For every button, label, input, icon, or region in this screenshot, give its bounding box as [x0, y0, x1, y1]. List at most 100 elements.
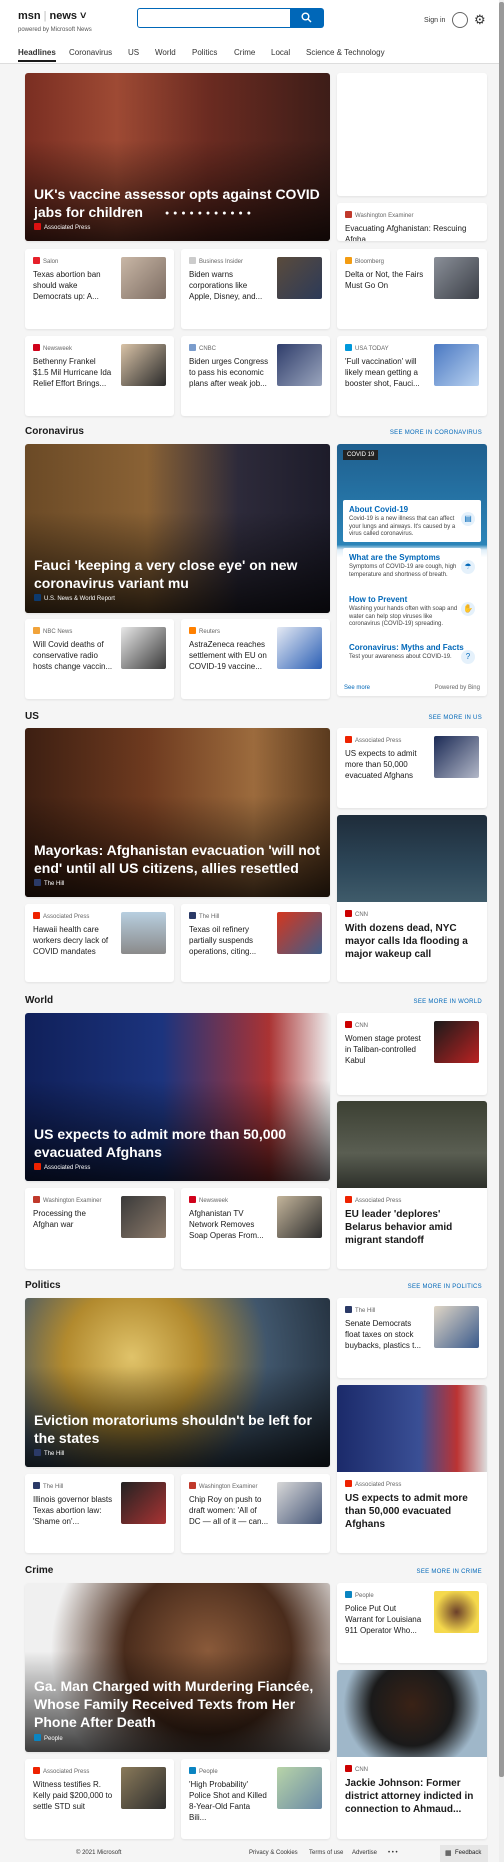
search-icon	[301, 12, 312, 23]
nav-science-technology[interactable]: Science & Technology	[306, 48, 385, 57]
tall-story[interactable]: CNN Jackie Johnson: Former district atto…	[337, 1670, 487, 1839]
section-title-crime: Crime	[25, 1565, 54, 1576]
hero-story[interactable]: Eviction moratoriums shouldn't be left f…	[25, 1298, 330, 1467]
news-card[interactable]: The Hill Illinois governor blasts Texas …	[25, 1474, 174, 1553]
hero-title: Mayorkas: Afghanistan evacuation 'will n…	[34, 842, 320, 876]
msn-logo[interactable]: msn | news ˅ powered by Microsoft News	[18, 10, 92, 33]
search-button[interactable]	[290, 8, 324, 28]
category-nav: Headlines Coronavirus US World Politics …	[0, 44, 504, 64]
covid-tag: COVID 19	[343, 450, 379, 460]
top-side-card[interactable]: Washington Examiner Evacuating Afghanist…	[337, 203, 487, 241]
hero-title: US expects to admit more than 50,000 eva…	[34, 1126, 287, 1160]
hero-story[interactable]: US expects to admit more than 50,000 eva…	[25, 1013, 330, 1181]
carousel-dots[interactable]: ● ● ● ● ● ● ● ● ● ● ●	[165, 210, 252, 217]
see-more-coronavirus[interactable]: SEE MORE IN CORONAVIRUS	[390, 430, 482, 436]
card-title: Evacuating Afghanistan: Rescuing Afgha..…	[345, 224, 467, 241]
copyright: © 2021 Microsoft	[76, 1850, 122, 1856]
news-card[interactable]: CNBC Biden urges Congress to pass his ec…	[181, 336, 330, 416]
news-card[interactable]: USA TODAY 'Full vaccination' will likely…	[337, 336, 487, 416]
hero-story[interactable]: Fauci 'keeping a very close eye' on new …	[25, 444, 330, 613]
card-thumbnail	[121, 912, 166, 954]
covid-info-item[interactable]: What are the Symptoms Symptoms of COVID-1…	[343, 548, 481, 584]
nav-crime[interactable]: Crime	[234, 48, 255, 57]
card-thumbnail	[434, 1591, 479, 1633]
nav-world[interactable]: World	[155, 48, 176, 57]
logo-separator: |	[43, 10, 47, 22]
news-card[interactable]: The Hill Texas oil refinery partially su…	[181, 904, 330, 982]
scrollbar-thumb[interactable]	[499, 2, 504, 1777]
hero-story[interactable]: Ga. Man Charged with Murdering Fiancée, …	[25, 1583, 330, 1752]
news-card[interactable]: Newsweek Bethenny Frankel $1.5 Mil Hurri…	[25, 336, 174, 416]
more-options-icon[interactable]: • • •	[388, 1850, 398, 1856]
terms-link[interactable]: Terms of use	[309, 1850, 343, 1856]
settings-gear-icon[interactable]: ⚙	[474, 13, 486, 26]
tall-story[interactable]: Associated Press US expects to admit mor…	[337, 1385, 487, 1553]
news-card[interactable]: Business Insider Biden warns corporation…	[181, 249, 330, 329]
ad-slot	[337, 73, 487, 196]
card-thumbnail	[277, 912, 322, 954]
privacy-link[interactable]: Privacy & Cookies	[249, 1850, 298, 1856]
covid-see-more[interactable]: See more	[344, 685, 370, 691]
news-card[interactable]: Washington Examiner Processing the Afgha…	[25, 1188, 174, 1269]
news-card[interactable]: People Police Put Out Warrant for Louisi…	[337, 1583, 487, 1663]
symptom-icon: ☂	[461, 560, 475, 574]
source-logo-icon	[34, 223, 41, 230]
nav-politics[interactable]: Politics	[192, 48, 217, 57]
covid-info-item[interactable]: How to Prevent Washing your hands often w…	[343, 590, 481, 632]
news-card[interactable]: People 'High Probability' Police Shot an…	[181, 1759, 330, 1839]
nav-coronavirus[interactable]: Coronavirus	[69, 48, 112, 57]
tall-story[interactable]: CNN With dozens dead, NYC mayor calls Id…	[337, 815, 487, 982]
hero-title: Eviction moratoriums shouldn't be left f…	[34, 1412, 312, 1446]
covid-info-item[interactable]: About Covid-19 Covid-19 is a new illness …	[343, 500, 481, 542]
news-card[interactable]: Salon Texas abortion ban should wake Dem…	[25, 249, 174, 329]
page-scrollbar[interactable]	[499, 0, 504, 1862]
section-title-coronavirus: Coronavirus	[25, 426, 84, 437]
news-card[interactable]: Bloomberg Delta or Not, the Fairs Must G…	[337, 249, 487, 329]
news-card[interactable]: Associated Press Witness testifies R. Ke…	[25, 1759, 174, 1839]
news-card[interactable]: Washington Examiner Chip Roy on push to …	[181, 1474, 330, 1553]
feedback-button[interactable]: ▦ Feedback	[440, 1845, 488, 1862]
nav-us[interactable]: US	[128, 48, 139, 57]
nav-headlines[interactable]: Headlines	[18, 48, 56, 62]
card-thumbnail	[121, 257, 166, 299]
handwash-icon: ✋	[461, 602, 475, 616]
card-thumbnail	[277, 1196, 322, 1238]
covid-info-item[interactable]: Coronavirus: Myths and Facts Test your aw…	[343, 638, 481, 670]
powered-by-bing: Powered by Bing	[434, 685, 480, 691]
news-card[interactable]: NBC News Will Covid deaths of conservati…	[25, 619, 174, 699]
card-thumbnail	[121, 1767, 166, 1809]
section-name: news	[49, 10, 77, 22]
user-avatar-icon[interactable]	[452, 12, 468, 28]
card-thumbnail	[434, 1021, 479, 1063]
logo-text: msn	[18, 10, 41, 22]
hero-story[interactable]: Mayorkas: Afghanistan evacuation 'will n…	[25, 728, 330, 897]
news-card[interactable]: Associated Press Hawaii health care work…	[25, 904, 174, 982]
see-more-world[interactable]: SEE MORE IN WORLD	[414, 999, 482, 1005]
see-more-crime[interactable]: SEE MORE IN CRIME	[417, 1569, 482, 1575]
news-card[interactable]: Associated Press US expects to admit mor…	[337, 728, 487, 808]
card-thumbnail	[277, 1767, 322, 1809]
see-more-us[interactable]: SEE MORE IN US	[428, 715, 482, 721]
nav-local[interactable]: Local	[271, 48, 290, 57]
hero-source: Associated Press	[34, 223, 90, 231]
card-thumbnail	[434, 1306, 479, 1348]
card-thumbnail	[277, 627, 322, 669]
news-card[interactable]: CNN Women stage protest in Taliban-contr…	[337, 1013, 487, 1095]
news-card[interactable]: The Hill Senate Democrats float taxes on…	[337, 1298, 487, 1378]
powered-by: powered by Microsoft News	[18, 27, 92, 33]
hero-story[interactable]: UK's vaccine assessor opts against COVID…	[25, 73, 330, 241]
advertise-link[interactable]: Advertise	[352, 1850, 377, 1856]
news-card[interactable]: Newsweek Afghanistan TV Network Removes …	[181, 1188, 330, 1269]
hero-title: Ga. Man Charged with Murdering Fiancée, …	[34, 1678, 314, 1730]
tall-story[interactable]: Associated Press EU leader 'deplores' Be…	[337, 1101, 487, 1269]
section-title-world: World	[25, 995, 54, 1006]
hero-title: Fauci 'keeping a very close eye' on new …	[34, 557, 298, 591]
info-icon: ▤	[461, 512, 475, 526]
card-thumbnail	[277, 344, 322, 386]
card-thumbnail	[277, 257, 322, 299]
see-more-politics[interactable]: SEE MORE IN POLITICS	[408, 1284, 482, 1290]
card-thumbnail	[277, 1482, 322, 1524]
news-card[interactable]: Reuters AstraZeneca reaches settlement w…	[181, 619, 330, 699]
sign-in-link[interactable]: Sign in	[424, 17, 445, 24]
card-thumbnail	[434, 736, 479, 778]
